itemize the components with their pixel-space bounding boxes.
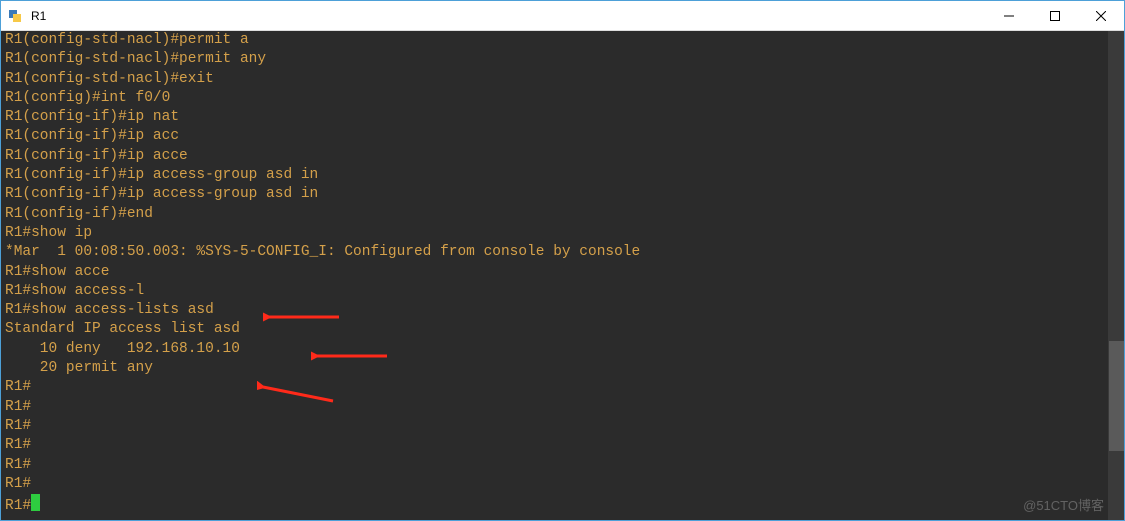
terminal-line: R1# xyxy=(5,456,1107,475)
terminal-line: R1(config)#int f0/0 xyxy=(5,89,1107,108)
terminal-line: R1#show ip xyxy=(5,224,1107,243)
terminal-line: Standard IP access list asd xyxy=(5,320,1107,339)
maximize-button[interactable] xyxy=(1032,1,1078,30)
terminal-line: R1(config-if)#ip nat xyxy=(5,108,1107,127)
terminal-line: 20 permit any xyxy=(5,359,1107,378)
terminal-line: R1(config-if)#ip access-group asd in xyxy=(5,166,1107,185)
app-icon xyxy=(1,8,29,24)
titlebar: R1 xyxy=(1,1,1124,31)
close-button[interactable] xyxy=(1078,1,1124,30)
window-controls xyxy=(986,1,1124,30)
terminal-line: R1# xyxy=(5,436,1107,455)
terminal-line: R1# xyxy=(5,475,1107,494)
terminal-line: R1(config-std-nacl)#permit a xyxy=(5,31,1107,50)
terminal-line: R1(config-if)#end xyxy=(5,205,1107,224)
terminal-line: R1#show access-l xyxy=(5,282,1107,301)
cursor xyxy=(31,494,40,511)
terminal-line: *Mar 1 00:08:50.003: %SYS-5-CONFIG_I: Co… xyxy=(5,243,1107,262)
window-title: R1 xyxy=(29,9,986,23)
scrollbar-thumb[interactable] xyxy=(1109,341,1124,451)
terminal-line: R1(config-std-nacl)#exit xyxy=(5,70,1107,89)
terminal-line: R1# xyxy=(5,398,1107,417)
terminal-line: R1#show acce xyxy=(5,263,1107,282)
terminal-line: 10 deny 192.168.10.10 xyxy=(5,340,1107,359)
terminal-line: R1(config-std-nacl)#permit any xyxy=(5,50,1107,69)
terminal-wrap: R1(config-std-nacl)#permit aR1(config-st… xyxy=(1,31,1124,520)
terminal-line: R1(config-if)#ip acc xyxy=(5,127,1107,146)
scrollbar[interactable] xyxy=(1107,31,1124,520)
terminal[interactable]: R1(config-std-nacl)#permit aR1(config-st… xyxy=(1,31,1107,520)
minimize-button[interactable] xyxy=(986,1,1032,30)
watermark: @51CTO博客 xyxy=(1023,495,1104,514)
terminal-line: R1(config-if)#ip acce xyxy=(5,147,1107,166)
terminal-line: R1(config-if)#ip access-group asd in xyxy=(5,185,1107,204)
terminal-line: R1# xyxy=(5,378,1107,397)
terminal-line: R1# xyxy=(5,494,1107,516)
terminal-line: R1#show access-lists asd xyxy=(5,301,1107,320)
terminal-line: R1# xyxy=(5,417,1107,436)
